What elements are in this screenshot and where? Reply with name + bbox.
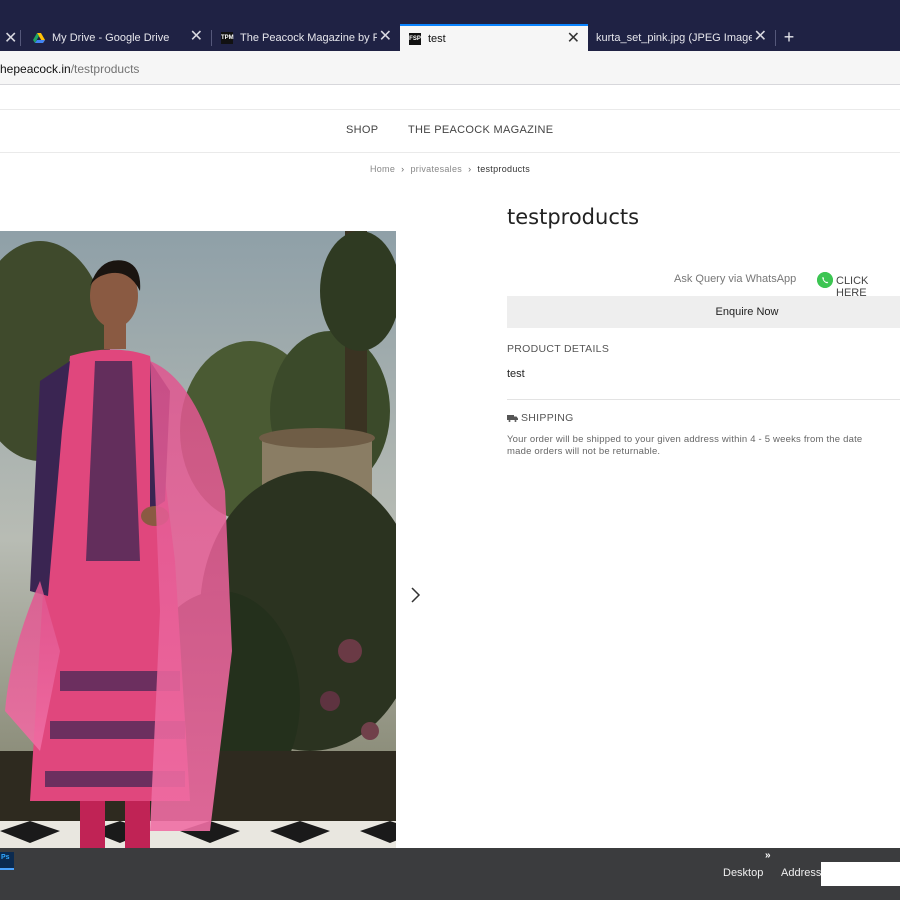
- ask-query-label: Ask Query via WhatsApp: [674, 273, 797, 285]
- breadcrumb: Home › privatesales › testproducts: [0, 164, 900, 174]
- tab-label: kurta_set_pink.jpg (JPEG Image, 180: [596, 31, 752, 44]
- whatsapp-icon[interactable]: [817, 272, 833, 288]
- breadcrumb-category[interactable]: privatesales: [410, 164, 462, 174]
- enquire-now-button[interactable]: Enquire Now: [507, 296, 900, 328]
- fsp-favicon: FSP: [409, 32, 421, 45]
- breadcrumb-home[interactable]: Home: [370, 164, 395, 174]
- tab-close-icon[interactable]: ✕: [754, 28, 767, 46]
- breadcrumb-current: testproducts: [477, 164, 531, 174]
- taskbar-address-label: Address: [781, 867, 822, 879]
- tab-label: test: [428, 32, 446, 45]
- chevron-right-icon: ›: [401, 164, 405, 174]
- enquire-now-label: Enquire Now: [715, 306, 779, 318]
- google-drive-icon: [33, 32, 45, 43]
- product-image[interactable]: [0, 231, 396, 848]
- tab-test-active[interactable]: FSP test ✕: [400, 24, 588, 51]
- taskbar-address-input[interactable]: [821, 862, 900, 886]
- taskbar-overflow-chevron-icon[interactable]: »: [765, 850, 771, 861]
- taskbar-desktop-toolbar[interactable]: Desktop: [723, 867, 763, 879]
- chevron-right-icon[interactable]: [404, 580, 428, 610]
- shipping-text: Your order will be shipped to your given…: [507, 434, 863, 457]
- tab-image-kurta[interactable]: kurta_set_pink.jpg (JPEG Image, 180 ✕: [588, 24, 775, 51]
- tab-google-drive[interactable]: My Drive - Google Drive ✕: [24, 24, 211, 51]
- product-details-heading: PRODUCT DETAILS: [507, 343, 610, 355]
- section-divider: [507, 399, 900, 400]
- shipping-heading: SHIPPING: [507, 412, 574, 424]
- product-photo-illustration: [0, 231, 396, 848]
- url-host: hepeacock.in: [0, 62, 71, 76]
- tab-separator: [20, 30, 21, 46]
- tab-peacock-magazine[interactable]: TPM The Peacock Magazine by Falgu ✕: [212, 24, 400, 51]
- menu-divider: [0, 152, 900, 153]
- tab-close-icon[interactable]: ✕: [379, 28, 392, 46]
- tab-separator: [775, 30, 776, 46]
- product-title: testproducts: [507, 205, 640, 229]
- tab-close-icon[interactable]: ✕: [567, 30, 580, 48]
- shipping-heading-label: SHIPPING: [521, 412, 574, 424]
- new-tab-plus-icon[interactable]: +: [779, 26, 799, 48]
- tab-label: My Drive - Google Drive: [52, 31, 170, 44]
- truck-icon: [507, 415, 518, 422]
- product-details-text: test: [507, 368, 525, 380]
- chevron-right-icon: ›: [468, 164, 472, 174]
- tab-close-icon[interactable]: ✕: [4, 28, 17, 48]
- url-path: /testproducts: [70, 62, 140, 76]
- photoshop-icon[interactable]: Ps: [0, 852, 14, 870]
- tab-label: The Peacock Magazine by Falgu: [240, 31, 377, 44]
- nav-peacock-magazine[interactable]: THE PEACOCK MAGAZINE: [408, 124, 553, 136]
- header-divider: [0, 109, 900, 110]
- nav-shop[interactable]: SHOP: [346, 124, 378, 136]
- url-bar[interactable]: hepeacock.in/testproducts: [0, 58, 900, 80]
- tab-close-icon[interactable]: ✕: [190, 28, 203, 46]
- tpm-favicon: TPM: [221, 31, 234, 44]
